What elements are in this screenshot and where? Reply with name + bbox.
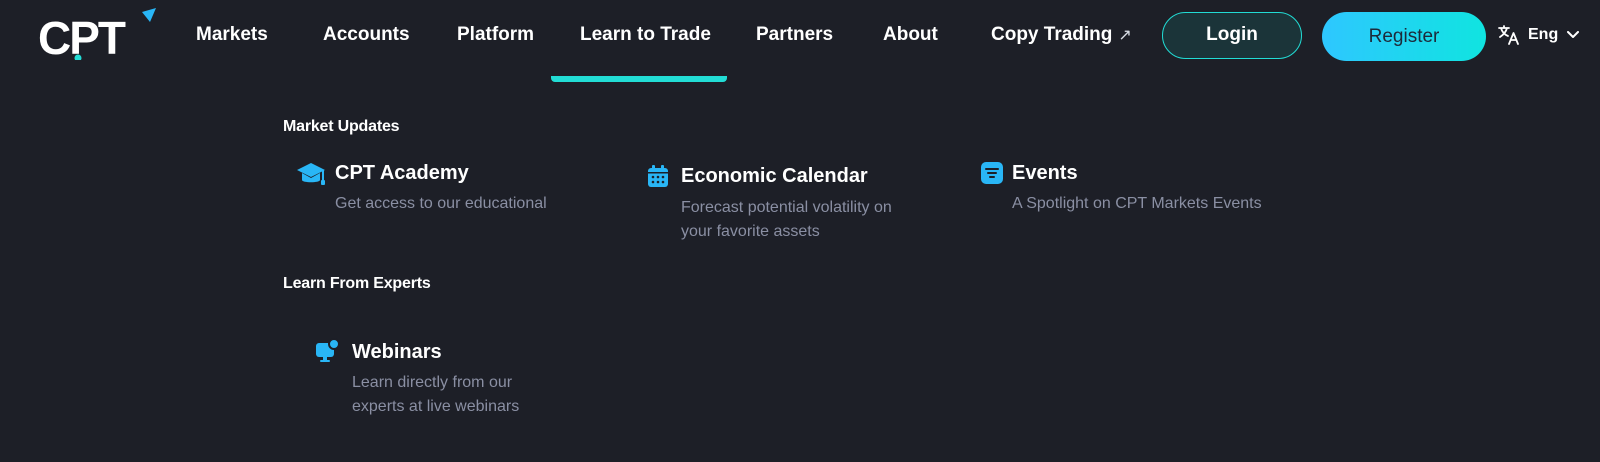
cpt-logo[interactable]: CPT	[38, 8, 156, 64]
menu-item-cpt-academy[interactable]: CPT Academy Get access to our educationa…	[296, 158, 586, 218]
economic-calendar-description-line-1: Forecast potential volatility on	[681, 199, 892, 216]
nav-accounts[interactable]: Accounts	[323, 22, 410, 48]
calendar-icon	[647, 164, 669, 193]
top-navigation: CPT Markets Accounts Platform Learn to T…	[0, 0, 1600, 82]
menu-item-events[interactable]: Events A Spotlight on CPT Markets Events	[980, 158, 1270, 218]
events-description: A Spotlight on CPT Markets Events	[1012, 195, 1262, 212]
nav-learn-to-trade[interactable]: Learn to Trade	[580, 22, 711, 48]
chevron-down-icon	[1567, 31, 1580, 39]
cpt-academy-title: CPT Academy	[335, 162, 469, 184]
nav-copy-trading-label: Copy Trading	[991, 24, 1113, 45]
login-button[interactable]: Login	[1162, 12, 1302, 59]
webinars-description-line-2: experts at live webinars	[352, 398, 520, 415]
cpt-academy-description: Get access to our educational	[335, 195, 547, 212]
economic-calendar-title: Economic Calendar	[681, 165, 868, 187]
section-title-market-updates: Market Updates	[283, 118, 400, 135]
nav-copy-trading[interactable]: Copy Trading ↗	[991, 22, 1132, 48]
active-nav-indicator	[551, 76, 727, 82]
nav-partners[interactable]: Partners	[756, 22, 833, 48]
nav-markets[interactable]: Markets	[196, 22, 268, 48]
events-title: Events	[1012, 162, 1078, 184]
language-label: Eng	[1528, 26, 1559, 43]
translate-icon	[1498, 25, 1520, 45]
nav-about[interactable]: About	[883, 22, 938, 48]
webinars-description-line-1: Learn directly from our	[352, 374, 513, 391]
menu-item-webinars[interactable]: Webinars Learn directly from our experts…	[315, 334, 575, 418]
section-title-learn-from-experts: Learn From Experts	[283, 275, 431, 292]
register-button[interactable]: Register	[1322, 12, 1486, 61]
webinar-icon	[315, 338, 341, 369]
graduation-cap-icon	[296, 161, 326, 194]
webinars-description: Learn directly from our experts at live …	[352, 371, 519, 419]
events-list-icon	[980, 161, 1004, 190]
menu-item-economic-calendar[interactable]: Economic Calendar Forecast potential vol…	[647, 158, 937, 242]
language-selector[interactable]: Eng	[1498, 22, 1580, 48]
arrow-up-right-icon: ↗	[1118, 27, 1132, 44]
economic-calendar-description-line-2: your favorite assets	[681, 223, 820, 240]
nav-platform[interactable]: Platform	[457, 22, 534, 48]
svg-text:CPT: CPT	[38, 12, 126, 60]
economic-calendar-description: Forecast potential volatility on your fa…	[681, 196, 892, 244]
webinars-title: Webinars	[352, 341, 442, 363]
